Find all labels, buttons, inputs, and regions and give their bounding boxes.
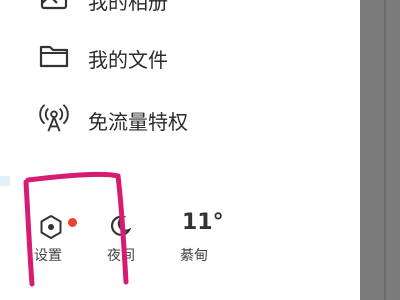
- album-icon: [38, 0, 70, 16]
- menu-item-data-free-privilege[interactable]: 免流量特权: [0, 96, 360, 140]
- antenna-icon: [38, 102, 70, 134]
- drawer-scrim[interactable]: [360, 0, 400, 300]
- notification-badge: [68, 218, 77, 227]
- menu-item-label: 我的相册: [88, 0, 168, 14]
- menu-item-label: 免流量特权: [88, 110, 188, 134]
- edge-marker: [0, 176, 10, 186]
- moon-icon: [111, 215, 132, 236]
- folder-icon: [38, 40, 70, 72]
- menu-item-my-files[interactable]: 我的文件: [0, 34, 360, 78]
- side-drawer: 我的相册 我的文件 免流量特权 设置 夜间 11° 綦甸: [0, 0, 360, 300]
- settings-label: 设置: [34, 248, 62, 264]
- scrim-divider: [384, 0, 386, 300]
- temperature-value: 11°: [182, 210, 224, 235]
- night-mode-label: 夜间: [107, 248, 135, 264]
- menu-item-my-album[interactable]: 我的相册: [0, 0, 360, 22]
- weather-city-label: 綦甸: [180, 248, 208, 264]
- screen: 我的相册 我的文件 免流量特权 设置 夜间 11° 綦甸: [0, 0, 400, 300]
- settings-icon: [40, 215, 62, 239]
- menu-item-label: 我的文件: [88, 48, 168, 72]
